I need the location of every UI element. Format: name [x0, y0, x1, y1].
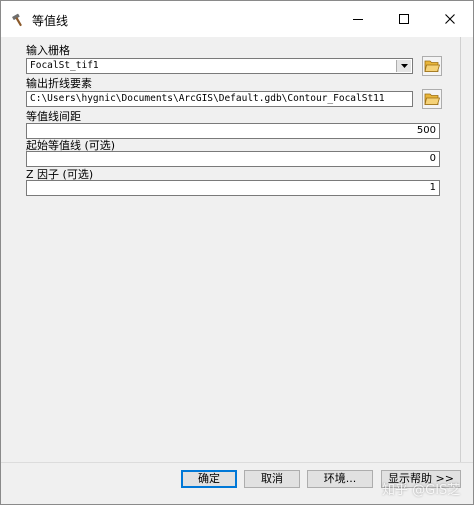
z-factor-value: 1	[429, 182, 436, 193]
environments-button[interactable]: 环境...	[307, 470, 373, 488]
output-features-input[interactable]: C:\Users\hygnic\Documents\ArcGIS\Default…	[26, 91, 413, 107]
footer-separator	[1, 462, 473, 463]
minimize-icon	[353, 19, 363, 20]
watermark-text: 知乎 @GIS芝	[382, 483, 461, 498]
chevron-down-icon	[400, 64, 408, 68]
close-button[interactable]	[427, 1, 473, 37]
browse-output-features-button[interactable]	[422, 89, 442, 109]
contour-interval-label: 等值线间距	[26, 110, 81, 123]
input-raster-label: 输入栅格	[26, 44, 70, 57]
output-features-value: C:\Users\hygnic\Documents\ArcGIS\Default…	[30, 93, 385, 104]
folder-open-icon	[424, 93, 440, 105]
cancel-button[interactable]: 取消	[244, 470, 300, 488]
contour-interval-value: 500	[416, 125, 436, 136]
base-contour-value: 0	[429, 153, 436, 164]
browse-input-raster-button[interactable]	[422, 56, 442, 76]
ok-button[interactable]: 确定	[181, 470, 237, 488]
minimize-button[interactable]	[335, 1, 381, 37]
maximize-icon	[399, 14, 409, 24]
title-bar: 等值线	[1, 1, 473, 37]
panel-divider	[460, 37, 461, 462]
base-contour-input[interactable]: 0	[26, 151, 440, 167]
z-factor-input[interactable]: 1	[26, 180, 440, 196]
window-title: 等值线	[32, 14, 69, 28]
dropdown-arrow-button[interactable]	[396, 60, 411, 72]
close-icon	[445, 14, 455, 24]
input-raster-dropdown[interactable]: FocalSt_tif1	[26, 58, 413, 74]
maximize-button[interactable]	[381, 1, 427, 37]
contour-dialog: 等值线 输入栅格 FocalSt_tif1 输出折线要素 C:\Users\hy…	[0, 0, 474, 505]
folder-open-icon	[424, 60, 440, 72]
output-features-label: 输出折线要素	[26, 77, 92, 90]
hammer-icon	[12, 13, 22, 27]
input-raster-value: FocalSt_tif1	[30, 60, 99, 71]
contour-interval-input[interactable]: 500	[26, 123, 440, 139]
